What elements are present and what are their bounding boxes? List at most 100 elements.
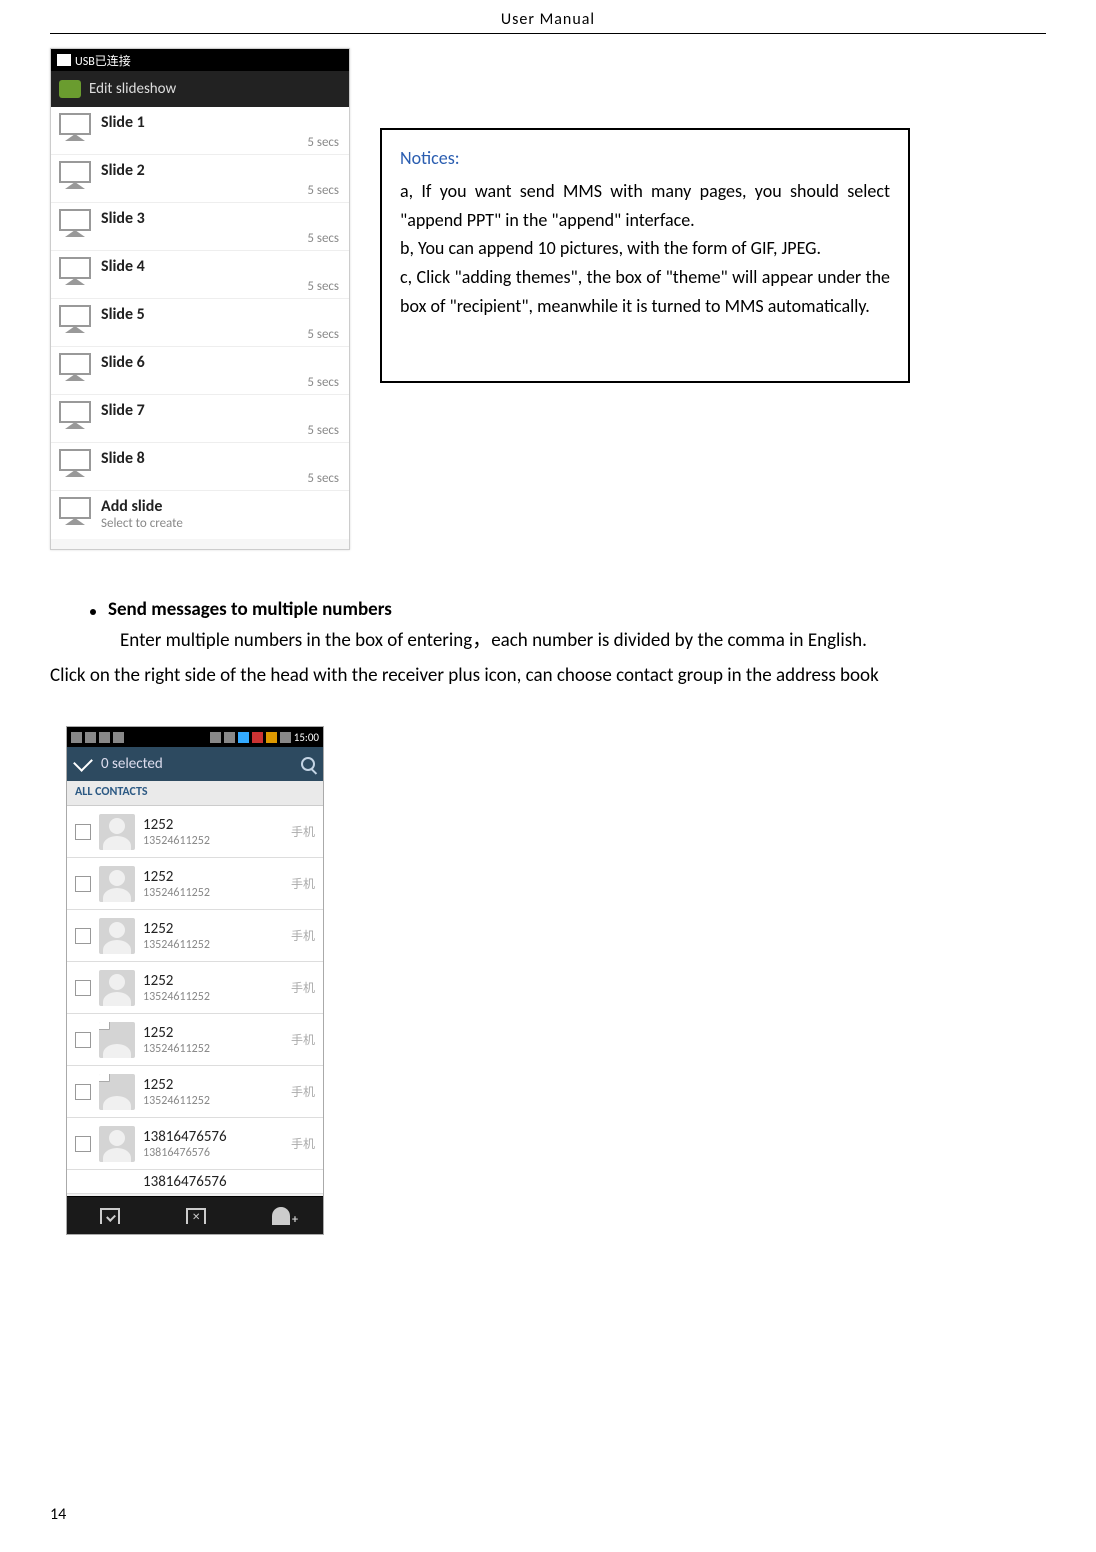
contact-name: 1252 xyxy=(143,868,283,886)
slide-item[interactable]: Slide 7 5 secs xyxy=(51,395,349,443)
slide-item[interactable]: Slide 3 5 secs xyxy=(51,203,349,251)
slide-duration: 5 secs xyxy=(307,279,339,294)
slide-item[interactable]: Slide 2 5 secs xyxy=(51,155,349,203)
add-slide-subtitle: Select to create xyxy=(101,516,341,531)
slide-title: Slide 7 xyxy=(101,401,341,420)
add-group-icon[interactable] xyxy=(272,1207,290,1225)
slide-title: Slide 1 xyxy=(101,113,341,132)
contact-number: 13524611252 xyxy=(143,990,283,1004)
selected-count: 0 selected xyxy=(101,755,163,773)
contact-name: 1252 xyxy=(143,816,283,834)
slide-item[interactable]: Slide 1 5 secs xyxy=(51,107,349,155)
slide-icon xyxy=(57,495,93,531)
status-icon xyxy=(71,732,82,743)
checkbox[interactable] xyxy=(75,980,91,996)
slide-title: Slide 5 xyxy=(101,305,341,324)
notice-a: a, If you want send MMS with many pages,… xyxy=(400,177,890,235)
contact-type: 手机 xyxy=(291,875,315,892)
contact-name: 13816476576 xyxy=(143,1173,315,1191)
contact-row[interactable]: 1252 13524611252 手机 xyxy=(67,806,323,858)
contact-row[interactable]: 1252 13524611252 手机 xyxy=(67,858,323,910)
message-icon xyxy=(59,80,81,98)
page-header: User Manual xyxy=(50,0,1046,34)
signal-icon xyxy=(252,732,263,743)
contact-row[interactable]: 1252 13524611252 手机 xyxy=(67,962,323,1014)
contact-number: 13524611252 xyxy=(143,938,283,952)
contact-row[interactable]: 13816476576 13816476576 手机 xyxy=(67,1118,323,1170)
slide-item[interactable]: Slide 5 5 secs xyxy=(51,299,349,347)
slide-title: Slide 6 xyxy=(101,353,341,372)
notice-b: b, You can append 10 pictures, with the … xyxy=(400,234,890,263)
add-slide-item[interactable]: Add slide Select to create xyxy=(51,491,349,539)
checkbox[interactable] xyxy=(75,1084,91,1100)
contact-number: 13816476576 xyxy=(143,1146,283,1160)
checkbox[interactable] xyxy=(75,1136,91,1152)
select-all-icon[interactable] xyxy=(100,1208,120,1224)
slide-icon xyxy=(57,447,93,483)
contact-name: 1252 xyxy=(143,920,283,938)
contact-row[interactable]: 1252 13524611252 手机 xyxy=(67,910,323,962)
contact-row[interactable]: 1252 13524611252 手机 xyxy=(67,1066,323,1118)
contact-name: 13816476576 xyxy=(143,1128,283,1146)
body-text-1: Enter multiple numbers in the box of ent… xyxy=(120,627,1046,656)
slide-title: Slide 4 xyxy=(101,257,341,276)
slideshow-screenshot: USB已连接 Edit slideshow Slide 1 5 secs Sli… xyxy=(50,48,350,550)
slide-duration: 5 secs xyxy=(307,327,339,342)
contact-type: 手机 xyxy=(291,1083,315,1100)
avatar xyxy=(99,1022,135,1058)
page-number: 14 xyxy=(50,1505,66,1524)
contact-type: 手机 xyxy=(291,927,315,944)
contacts-screenshot: 15:00 0 selected ALL CONTACTS 1252 13524… xyxy=(66,726,324,1235)
slide-icon xyxy=(57,159,93,195)
avatar xyxy=(99,866,135,902)
add-slide-title: Add slide xyxy=(101,497,341,516)
slide-icon xyxy=(57,111,93,147)
slide-title: Slide 2 xyxy=(101,161,341,180)
avatar xyxy=(99,1126,135,1162)
slide-duration: 5 secs xyxy=(307,231,339,246)
contact-row[interactable]: 13816476576 xyxy=(67,1170,323,1194)
status-text: USB已连接 xyxy=(75,52,131,69)
section-heading: Send messages to multiple numbers xyxy=(108,598,392,621)
usb-icon xyxy=(57,54,71,66)
bullet-icon xyxy=(90,609,96,615)
battery-icon xyxy=(280,732,291,743)
slide-duration: 5 secs xyxy=(307,183,339,198)
contact-name: 1252 xyxy=(143,1076,283,1094)
search-icon[interactable] xyxy=(301,757,315,771)
bottom-toolbar xyxy=(67,1196,323,1234)
signal-icon xyxy=(266,732,277,743)
contact-number: 13524611252 xyxy=(143,1042,283,1056)
status-icon xyxy=(85,732,96,743)
contact-row[interactable]: 1252 13524611252 手机 xyxy=(67,1014,323,1066)
checkbox[interactable] xyxy=(75,928,91,944)
done-icon[interactable] xyxy=(73,752,93,772)
contact-type: 手机 xyxy=(291,979,315,996)
slide-icon xyxy=(57,399,93,435)
slide-icon xyxy=(57,303,93,339)
checkbox[interactable] xyxy=(75,1032,91,1048)
contact-number: 13524611252 xyxy=(143,886,283,900)
notices-box: Notices: a, If you want send MMS with ma… xyxy=(380,128,910,383)
contact-type: 手机 xyxy=(291,823,315,840)
selection-bar: 0 selected xyxy=(67,747,323,781)
slide-item[interactable]: Slide 6 5 secs xyxy=(51,347,349,395)
slide-icon xyxy=(57,255,93,291)
status-bar: 15:00 xyxy=(67,727,323,747)
clock: 15:00 xyxy=(294,731,319,744)
avatar xyxy=(99,970,135,1006)
app-title: Edit slideshow xyxy=(89,80,176,98)
status-icon xyxy=(210,732,221,743)
avatar xyxy=(99,918,135,954)
contact-number: 13524611252 xyxy=(143,834,283,848)
slide-item[interactable]: Slide 4 5 secs xyxy=(51,251,349,299)
deselect-all-icon[interactable] xyxy=(186,1208,206,1224)
slide-icon xyxy=(57,351,93,387)
slide-item[interactable]: Slide 8 5 secs xyxy=(51,443,349,491)
contact-type: 手机 xyxy=(291,1031,315,1048)
checkbox[interactable] xyxy=(75,876,91,892)
checkbox[interactable] xyxy=(75,824,91,840)
notices-title: Notices: xyxy=(400,144,890,173)
wifi-icon xyxy=(238,732,249,743)
avatar xyxy=(99,1074,135,1110)
